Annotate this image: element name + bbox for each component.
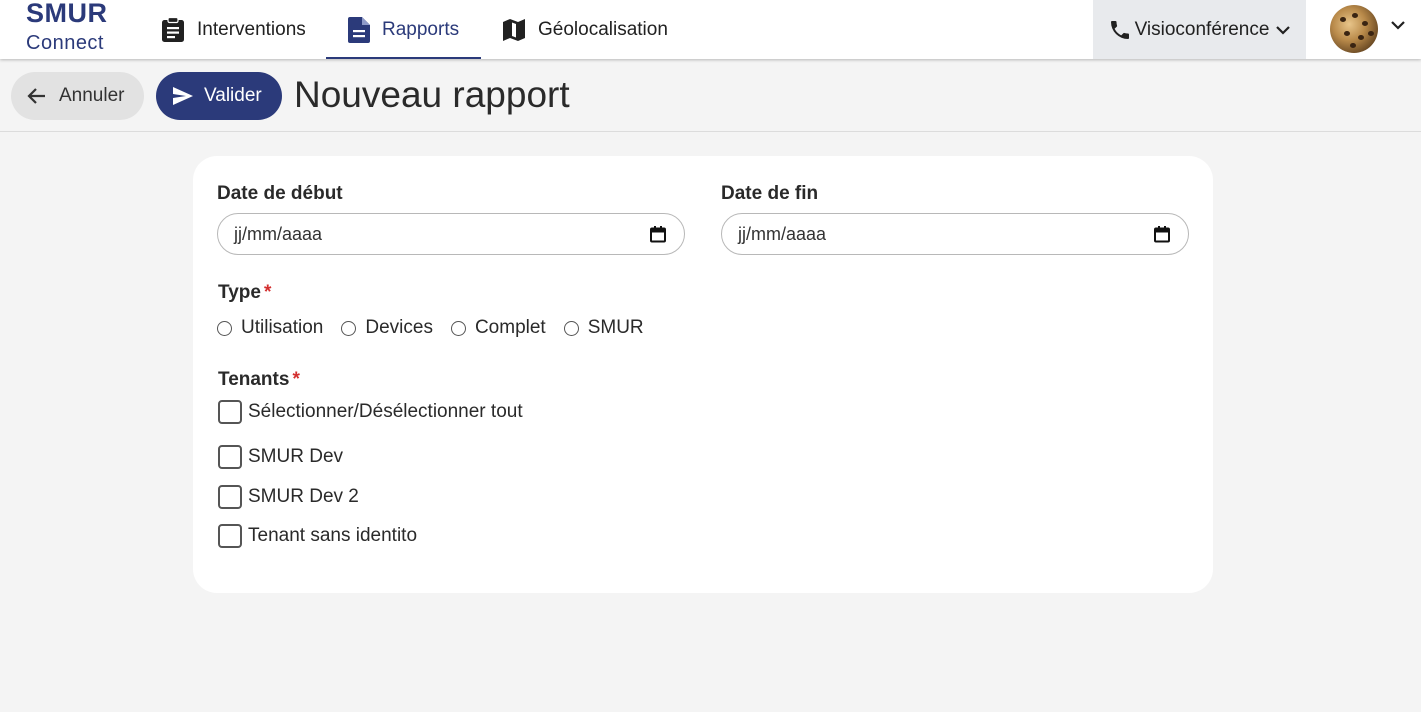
cancel-button[interactable]: Annuler [11,72,144,120]
document-icon [348,16,370,43]
radio-complet-label: Complet [474,317,546,338]
end-date-input[interactable]: jj/mm/aaaa [721,213,1189,255]
report-form-card: Date de début jj/mm/aaaa Date de fin jj/… [193,156,1213,593]
required-asterisk: * [292,369,300,390]
visio-label: Visioconférence [1134,18,1270,40]
radio-utilisation-label: Utilisation [241,317,324,338]
radio-smur[interactable]: SMUR [563,317,644,339]
radio-utilisation[interactable]: Utilisation [217,317,323,339]
radio-devices[interactable]: Devices [341,317,433,339]
checkbox[interactable] [218,524,242,548]
radio-button[interactable] [563,320,579,336]
tab-interventions-label: Interventions [197,18,306,40]
tab-rapports-label: Rapports [382,18,460,40]
checkbox[interactable] [218,400,242,424]
tab-interventions[interactable]: Interventions [161,0,306,59]
radio-smur-label: SMUR [587,317,644,338]
logo-subtitle: Connect [26,32,104,54]
radio-complet[interactable]: Complet [450,317,546,339]
submit-label: Valider [204,85,262,106]
type-label: Type * [218,282,271,304]
radio-button[interactable] [450,320,466,336]
cancel-label: Annuler [59,85,125,106]
logo-title: SMUR [26,0,108,28]
clipboard-icon [162,16,184,42]
tenant-label: Tenant sans identito [248,525,418,546]
page-title: Nouveau rapport [294,74,570,115]
tab-geolocalisation[interactable]: Géolocalisation [502,0,668,59]
tenants-label-text: Tenants [218,369,290,390]
start-date-label: Date de début [217,183,343,204]
checkbox-select-all[interactable]: Sélectionner/Désélectionner tout [218,400,523,424]
user-avatar[interactable] [1330,5,1378,53]
select-all-label: Sélectionner/Désélectionner tout [248,401,523,422]
checkbox[interactable] [218,445,242,469]
start-date-input[interactable]: jj/mm/aaaa [217,213,685,255]
checkbox-tenant-smur-dev[interactable]: SMUR Dev [218,445,343,469]
app-logo[interactable]: SMUR Connect [26,0,108,54]
radio-devices-label: Devices [365,317,433,338]
radio-button[interactable] [341,320,357,336]
phone-icon [1110,20,1129,39]
tenant-label: SMUR Dev [248,446,344,467]
radio-button[interactable] [217,320,232,336]
checkbox-tenant-sans-identito[interactable]: Tenant sans identito [218,524,417,548]
tenant-label: SMUR Dev 2 [248,486,359,507]
arrow-left-icon [27,88,45,104]
required-asterisk: * [263,282,272,303]
tenants-label: Tenants * [218,369,300,391]
map-icon [503,18,525,41]
end-date-label: Date de fin [721,183,819,204]
checkbox-tenant-smur-dev-2[interactable]: SMUR Dev 2 [218,485,359,509]
tab-geolocalisation-label: Géolocalisation [538,18,668,40]
type-radio-group: Utilisation Devices Complet SMUR [217,317,662,339]
tab-rapports[interactable]: Rapports [326,0,481,59]
chevron-down-icon [1276,25,1291,35]
submit-button[interactable]: Valider [156,72,282,120]
send-icon [173,87,193,105]
checkbox[interactable] [218,485,242,509]
start-date-placeholder: jj/mm/aaaa [234,223,323,244]
top-navbar: SMUR Connect Interventions Rapports Géol… [0,0,1421,59]
end-date-placeholder: jj/mm/aaaa [738,223,827,244]
type-label-text: Type [218,282,261,303]
calendar-icon[interactable] [650,225,666,243]
visio-dropdown[interactable]: Visioconférence [1093,0,1306,59]
user-menu-chevron-icon[interactable] [1390,19,1406,31]
calendar-icon[interactable] [1154,225,1170,243]
